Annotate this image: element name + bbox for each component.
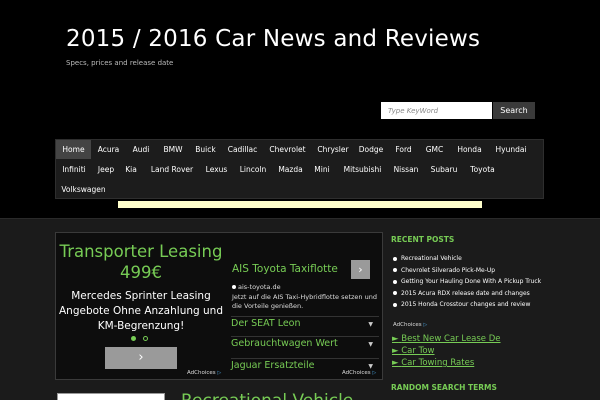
nav-item-lexus[interactable]: Lexus — [203, 160, 230, 179]
nav-item-kia[interactable]: Kia — [122, 160, 140, 179]
post-link: 2015 Acura RDX release date and changes — [401, 289, 530, 297]
carousel-dot-active[interactable] — [131, 336, 136, 341]
nav-item-subaru[interactable]: Subaru — [428, 160, 460, 179]
ad-link-label: Der SEAT Leon — [231, 318, 301, 329]
chevron-down-icon: ▼ — [368, 321, 373, 328]
adchoices-label[interactable]: AdChoices ▷ — [187, 370, 221, 376]
nav-item-lincoln[interactable]: Lincoln — [237, 160, 269, 179]
arrow-right-icon: ► — [392, 334, 399, 344]
bullet-icon — [393, 279, 397, 284]
nav-item-cadillac[interactable]: Cadillac — [224, 140, 261, 159]
sidebar-adchoices[interactable]: AdChoices ▷ — [393, 322, 427, 328]
post-link: Getting Your Hauling Done With A Pickup … — [401, 278, 542, 285]
nav-item-infiniti[interactable]: Infiniti — [59, 160, 89, 179]
chevron-down-icon: ▼ — [368, 341, 373, 348]
carousel-dot[interactable] — [143, 336, 148, 341]
nav-item-buick[interactable]: Buick — [192, 140, 219, 159]
list-item[interactable]: 2015 Acura RDX release date and changes — [393, 288, 553, 300]
ad-next-button[interactable]: › — [105, 347, 177, 369]
post-link: Recreational Vehicle — [401, 255, 462, 262]
nav-item-mazda[interactable]: Mazda — [276, 160, 305, 179]
post-title[interactable]: Recreational Vehicle — [181, 391, 353, 400]
nav-item-mini[interactable]: Mini — [312, 160, 332, 179]
ad-link-gebrauchtwagen[interactable]: Gebrauchtwagen Wert ▼ — [231, 336, 379, 358]
post-thumbnail[interactable] — [57, 393, 165, 400]
list-item[interactable]: 2015 Honda Crosstour changes and review — [393, 299, 553, 311]
list-item[interactable]: Getting Your Hauling Done With A Pickup … — [393, 276, 553, 288]
nav-item-ford[interactable]: Ford — [392, 140, 415, 159]
adchoices-text: AdChoices — [187, 370, 216, 376]
nav-item-hyundai[interactable]: Hyundai — [491, 140, 531, 159]
ad-description[interactable]: Mercedes Sprinter Leasing Angebote Ohne … — [56, 289, 226, 334]
arrow-right-icon: ► — [392, 346, 399, 356]
adchoices-text: AdChoices — [393, 322, 422, 328]
nav-item-bmw[interactable]: BMW — [159, 140, 187, 159]
random-search-terms-heading: RANDOM SEARCH TERMS — [391, 383, 497, 392]
ad-link-label: Jaguar Ersatzteile — [231, 360, 315, 371]
ad-url-text: ais-toyota.de — [238, 283, 281, 291]
nav-item-mitsubishi[interactable]: Mitsubishi — [341, 160, 384, 179]
ad-link-label: Gebrauchtwagen Wert — [231, 338, 338, 349]
sidebar-ad-link[interactable]: ► Best New Car Lease De — [392, 333, 501, 345]
nav-item-chevrolet[interactable]: Chevrolet — [267, 140, 308, 159]
ad-unit: Transporter Leasing 499€ Mercedes Sprint… — [55, 232, 383, 380]
adchoices-icon: ▷ — [423, 322, 428, 328]
adchoices-icon: ▷ — [217, 370, 222, 376]
ad-right-title[interactable]: AIS Toyota Taxiflotte — [232, 263, 338, 275]
site-description: Specs, prices and release date — [66, 59, 174, 67]
bullet-icon — [393, 291, 397, 295]
ad-headline[interactable]: Transporter Leasing 499€ — [56, 241, 226, 283]
nav-item-gmc[interactable]: GMC — [422, 140, 447, 159]
adchoices-label[interactable]: AdChoices ▷ — [342, 370, 376, 376]
main-navigation: Home Acura Audi BMW Buick Cadillac Chevr… — [55, 139, 544, 199]
ad-right-url[interactable]: ais-toyota.de — [232, 283, 281, 291]
ad-link-seat-leon[interactable]: Der SEAT Leon ▼ — [231, 316, 379, 336]
recent-posts-list: Recreational Vehicle Chevrolet Silverado… — [393, 253, 553, 311]
nav-item-land-rover[interactable]: Land Rover — [149, 160, 195, 179]
nav-item-home[interactable]: Home — [56, 140, 91, 159]
site-title[interactable]: 2015 / 2016 Car News and Reviews — [66, 26, 480, 52]
search-button[interactable]: Search — [493, 102, 535, 119]
nav-item-chrysler[interactable]: Chrysler — [314, 140, 352, 159]
sidebar-ad-link-label: Best New Car Lease De — [401, 334, 501, 344]
nav-item-nissan[interactable]: Nissan — [391, 160, 421, 179]
post-link: 2015 Honda Crosstour changes and review — [401, 301, 531, 308]
adchoices-icon: ▷ — [372, 370, 377, 376]
list-item[interactable]: Recreational Vehicle — [393, 253, 553, 265]
post-link: Chevrolet Silverado Pick-Me-Up — [401, 266, 496, 274]
nav-item-acura[interactable]: Acura — [94, 140, 123, 159]
search-input[interactable] — [381, 102, 492, 119]
list-item[interactable]: Chevrolet Silverado Pick-Me-Up — [393, 265, 553, 277]
nav-item-honda[interactable]: Honda — [454, 140, 485, 159]
ad-right-description: Jetzt auf die AIS Taxi-Hybridflotte setz… — [232, 293, 377, 310]
sidebar-ad-link[interactable]: ► Car Towing Rates — [392, 357, 501, 369]
sidebar-ad-links: ► Best New Car Lease De ► Car Tow ► Car … — [392, 333, 501, 369]
nav-item-audi[interactable]: Audi — [129, 140, 153, 159]
nav-item-volkswagen[interactable]: Volkswagen — [60, 180, 107, 199]
recent-posts-heading: RECENT POSTS — [391, 235, 455, 244]
nav-item-dodge[interactable]: Dodge — [357, 140, 385, 159]
ad-right-arrow-button[interactable]: › — [351, 260, 370, 279]
bullet-icon — [232, 285, 236, 289]
arrow-right-icon: ► — [392, 358, 399, 368]
nav-item-jeep[interactable]: Jeep — [95, 160, 117, 179]
bullet-icon — [393, 302, 397, 307]
ad-banner-strip[interactable] — [118, 201, 482, 208]
sidebar-ad-link-label: Car Tow — [401, 346, 435, 356]
bullet-icon — [393, 268, 397, 272]
adchoices-text: AdChoices — [342, 370, 371, 376]
nav-item-toyota[interactable]: Toyota — [467, 160, 498, 179]
bullet-icon — [393, 256, 397, 261]
sidebar-ad-link-label: Car Towing Rates — [401, 358, 475, 368]
sidebar-ad-link[interactable]: ► Car Tow — [392, 345, 501, 357]
